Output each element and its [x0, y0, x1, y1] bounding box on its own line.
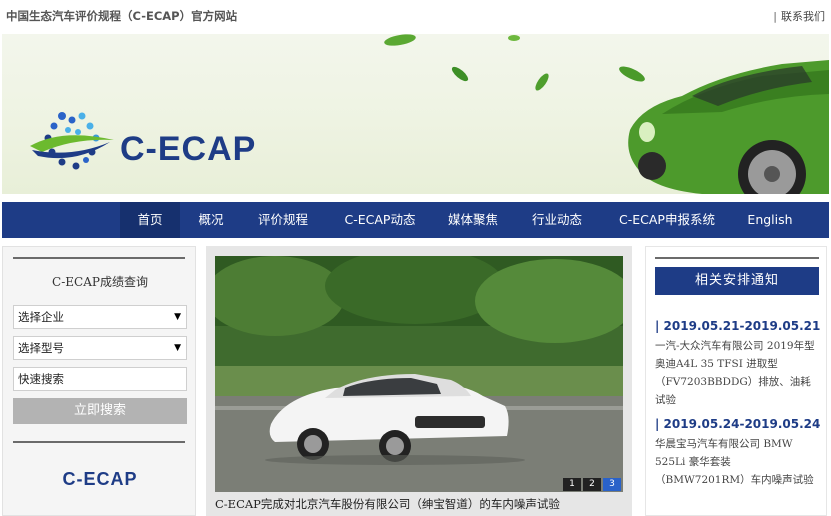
notice-date: | 2019.05.21-2019.05.21	[655, 319, 821, 333]
news-slider: 1 2 3 C-ECAP完成对北京汽车股份有限公司（绅宝智道）的车内噪声试验	[206, 246, 632, 516]
notice-date: | 2019.05.24-2019.05.24	[655, 417, 821, 431]
notice-item[interactable]: 华晨宝马汽车有限公司 BMW 525Li 豪华套装（BMW7201RM）车内噪声…	[655, 435, 821, 489]
panel-divider-top	[655, 257, 819, 259]
notice-item[interactable]: 一汽-大众汽车有限公司 2019年型奥迪A4L 35 TFSI 进取型（FV72…	[655, 337, 821, 409]
model-select[interactable]: 选择型号 ▼	[13, 336, 187, 360]
dropdown-arrow-icon: ▼	[174, 312, 181, 322]
hero-banner: C-ECAP	[2, 34, 829, 194]
slide-caption[interactable]: C-ECAP完成对北京汽车股份有限公司（绅宝智道）的车内噪声试验	[215, 496, 560, 512]
nav-item-rules[interactable]: 评价规程	[248, 202, 318, 238]
company-select-value: 选择企业	[18, 310, 64, 324]
search-button[interactable]: 立即搜索	[13, 398, 187, 424]
site-title: 中国生态汽车评价规程（C-ECAP）官方网站	[6, 9, 238, 23]
nav-item-news[interactable]: C-ECAP动态	[334, 202, 426, 238]
footer-logo[interactable]: C-ECAP	[3, 469, 197, 490]
banner-artwork	[30, 34, 829, 194]
nav-item-english[interactable]: English	[738, 202, 802, 238]
nav-item-industry[interactable]: 行业动态	[522, 202, 592, 238]
panel-divider-top	[13, 257, 185, 259]
slider-page-1[interactable]: 1	[563, 478, 581, 491]
nav-item-media[interactable]: 媒体聚焦	[438, 202, 508, 238]
score-query-panel: C-ECAP成绩查询 选择企业 ▼ 选择型号 ▼ 快速搜索 立即搜索 C-ECA…	[2, 246, 196, 516]
nav-item-declaration-system[interactable]: C-ECAP申报系统	[604, 202, 730, 238]
top-bar: 中国生态汽车评价规程（C-ECAP）官方网站 | 联系我们	[0, 0, 831, 30]
banner-logo-text: C-ECAP	[120, 130, 257, 168]
company-select[interactable]: 选择企业 ▼	[13, 305, 187, 329]
nav-item-home[interactable]: 首页	[120, 202, 180, 238]
main-nav: 首页 概况 评价规程 C-ECAP动态 媒体聚焦 行业动态 C-ECAP申报系统…	[2, 202, 829, 238]
query-title: C-ECAP成绩查询	[52, 275, 148, 289]
contact-label: 联系我们	[781, 10, 825, 23]
quick-search-input[interactable]: 快速搜索	[13, 367, 187, 391]
slide-image[interactable]	[215, 256, 623, 492]
notice-panel: 相关安排通知 | 2019.05.21-2019.05.21 一汽-大众汽车有限…	[645, 246, 827, 516]
quick-search-placeholder: 快速搜索	[18, 372, 64, 386]
contact-link[interactable]: | 联系我们	[773, 8, 825, 24]
panel-divider-bottom	[13, 441, 185, 443]
nav-item-overview[interactable]: 概况	[184, 202, 238, 238]
slide-photo	[215, 256, 623, 492]
slider-page-2[interactable]: 2	[583, 478, 601, 491]
slider-page-3[interactable]: 3	[603, 478, 621, 491]
contact-separator: |	[773, 10, 777, 23]
model-select-value: 选择型号	[18, 341, 64, 355]
dropdown-arrow-icon: ▼	[174, 343, 181, 353]
notice-title: 相关安排通知	[655, 267, 819, 295]
